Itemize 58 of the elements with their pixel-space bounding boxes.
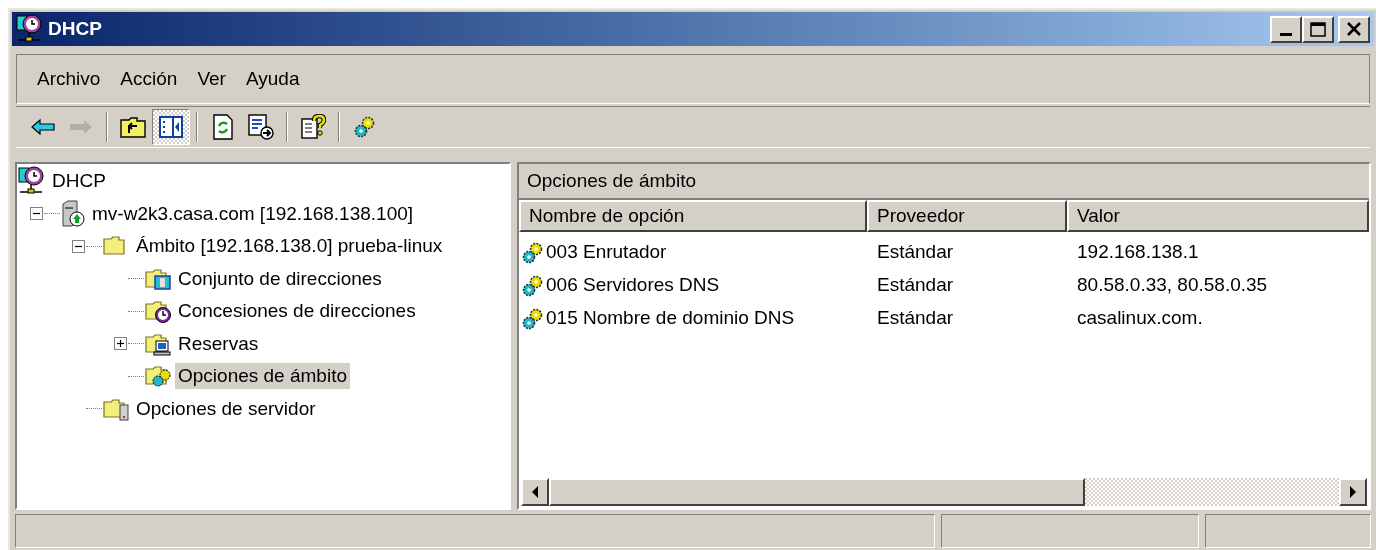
right-triangle-icon bbox=[1350, 486, 1356, 498]
table-cell-text: Estándar bbox=[877, 273, 954, 298]
export-list-icon bbox=[248, 114, 274, 140]
folder-server-icon bbox=[102, 396, 130, 421]
forward-arrow-icon bbox=[69, 119, 93, 135]
tree-item[interactable]: DHCP bbox=[49, 168, 109, 195]
close-button[interactable] bbox=[1338, 15, 1370, 43]
horizontal-scrollbar[interactable] bbox=[521, 478, 1367, 506]
refresh-page-icon bbox=[212, 114, 234, 140]
expand-toggle[interactable] bbox=[30, 207, 43, 221]
table-cell-text: 015 Nombre de dominio DNS bbox=[546, 306, 795, 331]
window-title: DHCP bbox=[48, 16, 102, 41]
folder-up-icon bbox=[119, 115, 147, 139]
dhcp-clock-icon bbox=[16, 14, 44, 44]
server-icon bbox=[60, 199, 86, 228]
column-header[interactable]: Nombre de opción bbox=[519, 200, 867, 232]
menu-item[interactable]: Archivo bbox=[29, 64, 109, 94]
maximize-button[interactable] bbox=[1302, 15, 1334, 43]
close-icon bbox=[1346, 22, 1362, 36]
dhcp-clock-icon bbox=[18, 166, 46, 197]
table-cell-text: Estándar bbox=[877, 306, 954, 331]
column-header[interactable]: Proveedor bbox=[867, 200, 1067, 232]
scroll-left-button[interactable] bbox=[521, 478, 549, 506]
table-cell-text: 80.58.0.33, 80.58.0.35 bbox=[1077, 273, 1268, 298]
tree-item[interactable]: mv-w2k3.casa.com [192.168.138.100] bbox=[89, 200, 417, 227]
menu-item[interactable]: Ver bbox=[189, 64, 234, 94]
tree-pane-icon bbox=[159, 116, 183, 138]
table-cell-text: 006 Servidores DNS bbox=[546, 273, 720, 298]
folder-computer-icon bbox=[144, 331, 172, 356]
tree-item[interactable]: Reservas bbox=[175, 330, 262, 357]
column-header[interactable]: Valor bbox=[1067, 200, 1369, 232]
left-triangle-icon bbox=[532, 486, 538, 498]
tree-item[interactable]: Opciones de servidor bbox=[133, 395, 319, 422]
toolbar-button[interactable] bbox=[152, 109, 190, 145]
tree-item[interactable]: Opciones de ámbito bbox=[175, 363, 350, 390]
back-arrow-icon bbox=[31, 119, 55, 135]
minimize-button[interactable] bbox=[1270, 15, 1302, 43]
table-cell-text: Estándar bbox=[877, 240, 954, 265]
menu-item[interactable]: Ayuda bbox=[237, 64, 308, 94]
folder-pool-icon bbox=[144, 266, 172, 291]
scroll-thumb[interactable] bbox=[549, 478, 1085, 506]
help-icon bbox=[300, 114, 326, 140]
scroll-right-button[interactable] bbox=[1339, 478, 1367, 506]
expand-toggle[interactable] bbox=[72, 239, 85, 253]
tree-item[interactable]: Conjunto de direcciones bbox=[175, 265, 385, 292]
table-cell-text: casalinux.com. bbox=[1077, 306, 1203, 331]
folder-clock-icon bbox=[144, 299, 172, 324]
gears-icon bbox=[353, 116, 377, 138]
menu-item[interactable]: Acción bbox=[112, 64, 186, 94]
minimize-icon bbox=[1280, 32, 1292, 37]
maximize-icon bbox=[1310, 21, 1326, 37]
tree-item[interactable]: Ámbito [192.168.138.0] prueba-linux bbox=[133, 233, 446, 260]
tree-item[interactable]: Concesiones de direcciones bbox=[175, 298, 419, 325]
folder-gears-icon bbox=[144, 364, 172, 389]
details-title: Opciones de ámbito bbox=[527, 168, 696, 193]
table-cell-text: 003 Enrutador bbox=[546, 240, 667, 265]
table-cell-text: 192.168.138.1 bbox=[1077, 240, 1199, 265]
expand-toggle[interactable] bbox=[114, 337, 127, 351]
